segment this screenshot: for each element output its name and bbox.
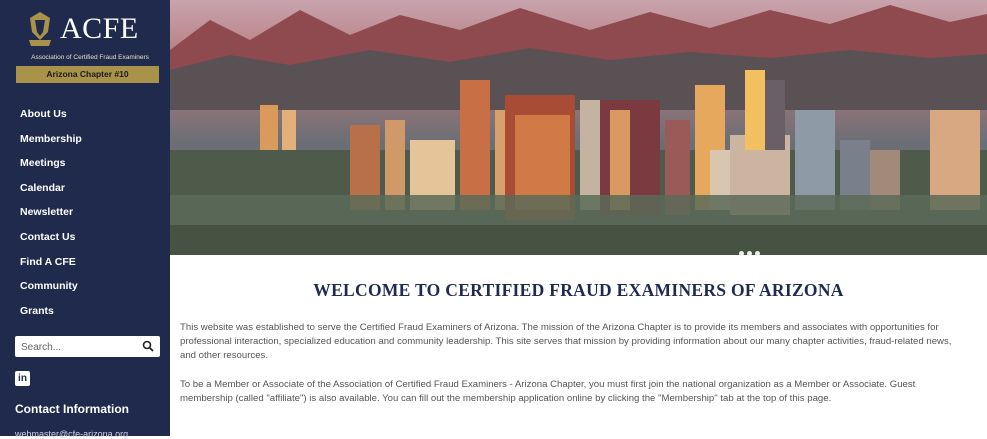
acfe-emblem-icon bbox=[29, 12, 51, 46]
sidebar-nav: About Us Membership Meetings Calendar Ne… bbox=[20, 106, 82, 327]
nav-item-find-a-cfe[interactable]: Find A CFE bbox=[20, 254, 82, 279]
intro-paragraph: This website was established to serve th… bbox=[180, 322, 952, 362]
contact-information-heading: Contact Information bbox=[15, 402, 129, 416]
nav-item-calendar[interactable]: Calendar bbox=[20, 180, 82, 205]
membership-paragraph: To be a Member or Associate of the Assoc… bbox=[180, 379, 916, 405]
search-box bbox=[15, 336, 160, 357]
contact-email-link[interactable]: webmaster@cfe-arizona.org bbox=[15, 429, 128, 439]
sidebar: ACFE Association of Certified Fraud Exam… bbox=[0, 0, 170, 439]
nav-item-grants[interactable]: Grants bbox=[20, 303, 82, 328]
linkedin-icon[interactable]: in bbox=[15, 371, 30, 386]
skyline-illustration bbox=[170, 0, 987, 255]
nav-item-newsletter[interactable]: Newsletter bbox=[20, 204, 82, 229]
chapter-badge: Arizona Chapter #10 bbox=[16, 66, 159, 83]
nav-item-about-us[interactable]: About Us bbox=[20, 106, 82, 131]
page-title: WELCOME TO CERTIFIED FRAUD EXAMINERS OF … bbox=[313, 280, 844, 300]
logo-subtitle: Association of Certified Fraud Examiners bbox=[31, 54, 149, 61]
nav-item-membership[interactable]: Membership bbox=[20, 131, 82, 156]
search-input[interactable] bbox=[19, 338, 143, 356]
nav-item-contact-us[interactable]: Contact Us bbox=[20, 229, 82, 254]
hero-image-phoenix-skyline bbox=[170, 0, 987, 255]
search-icon[interactable] bbox=[142, 340, 154, 352]
nav-item-meetings[interactable]: Meetings bbox=[20, 155, 82, 180]
logo-text: ACFE bbox=[60, 12, 139, 45]
carousel-dots[interactable] bbox=[739, 243, 763, 255]
nav-item-community[interactable]: Community bbox=[20, 278, 82, 303]
acfe-logo[interactable]: ACFE Association of Certified Fraud Exam… bbox=[20, 6, 160, 62]
